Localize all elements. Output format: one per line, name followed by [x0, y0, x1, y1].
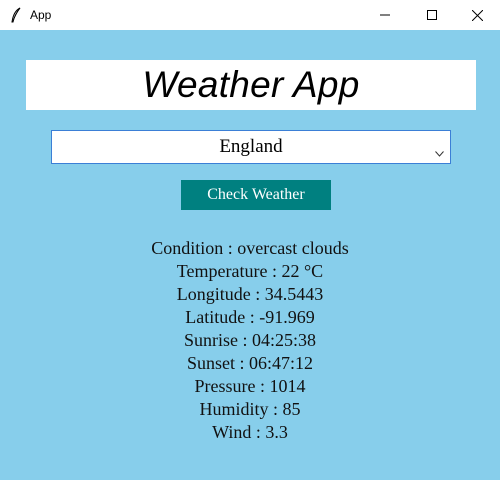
check-weather-button[interactable]: Check Weather — [181, 180, 331, 210]
close-icon — [471, 9, 483, 21]
latitude-text: Latitude : -91.969 — [185, 307, 315, 327]
maximize-button[interactable] — [409, 0, 455, 30]
country-select-value: England — [219, 136, 283, 157]
pressure-text: Pressure : 1014 — [194, 376, 306, 396]
page-title: Weather App — [142, 64, 360, 105]
sunrise-text: Sunrise : 04:25:38 — [183, 330, 316, 350]
app-window: App Weather App England Check Weather Co… — [0, 0, 500, 480]
weather-results: Condition : overcast clouds Temperature … — [0, 237, 500, 444]
sunset-text: Sunset : 06:47:12 — [186, 353, 313, 373]
country-select[interactable]: England — [51, 130, 451, 164]
longitude-text: Longitude : 34.5443 — [176, 284, 324, 304]
humidity-text: Humidity : 85 — [199, 399, 301, 419]
window-title: App — [30, 8, 52, 22]
wind-text: Wind : 3.3 — [212, 422, 288, 442]
minimize-button[interactable] — [362, 0, 408, 30]
feather-icon — [10, 7, 22, 23]
title-bar[interactable]: App — [0, 0, 500, 30]
header-banner: Weather App — [26, 60, 476, 110]
minimize-icon — [380, 10, 390, 20]
condition-text: Condition : overcast clouds — [151, 238, 349, 258]
close-button[interactable] — [454, 0, 500, 30]
chevron-down-icon[interactable] — [435, 144, 444, 157]
temperature-text: Temperature : 22 °C — [176, 261, 324, 281]
maximize-icon — [427, 10, 437, 20]
